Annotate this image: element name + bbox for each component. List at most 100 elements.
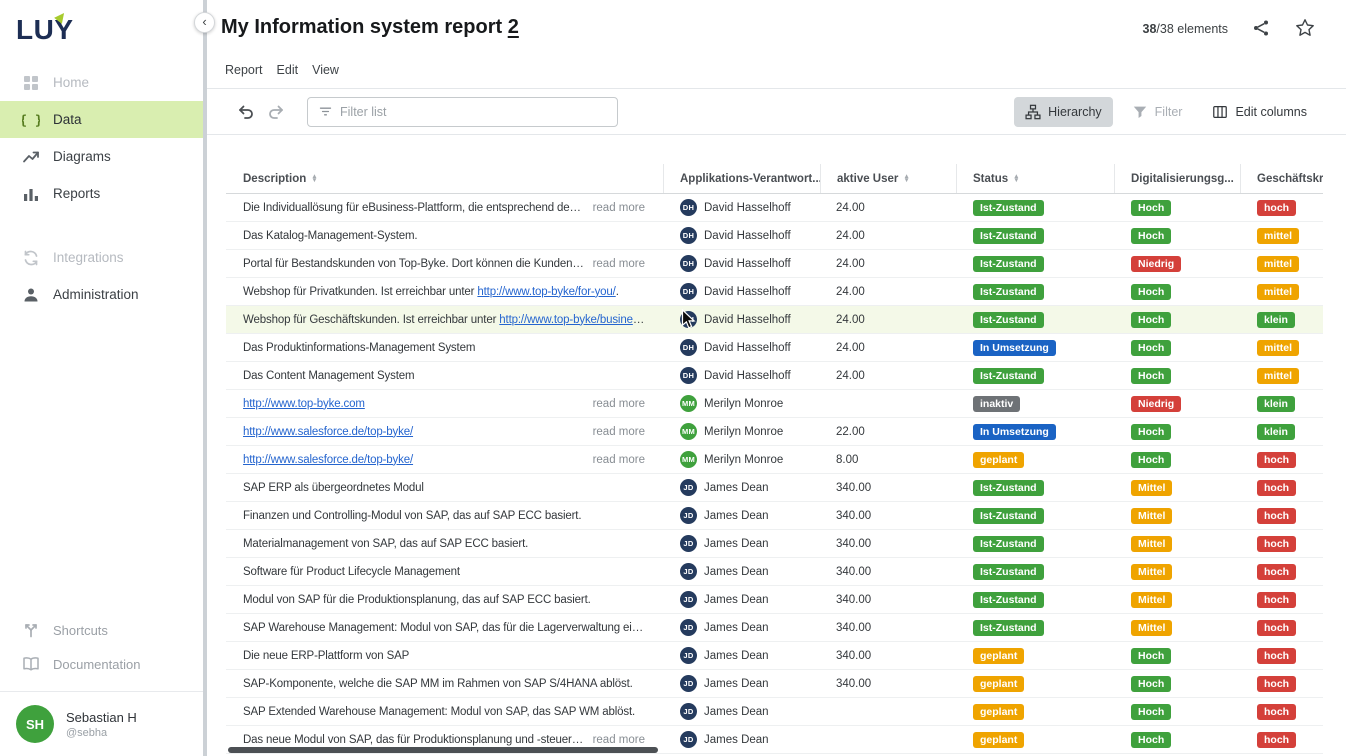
table-row[interactable]: Finanzen und Controlling-Modul von SAP, … <box>226 502 1323 530</box>
table-row[interactable]: http://www.salesforce.de/top-byke/ read … <box>226 446 1323 474</box>
active-users-value: 340.00 <box>820 474 956 501</box>
sort-icon <box>903 175 909 183</box>
redo-button[interactable] <box>267 103 285 121</box>
user-avatar: SH <box>16 705 54 743</box>
menu-view[interactable]: View <box>312 63 339 77</box>
table-row[interactable]: Materialmanagement von SAP, das auf SAP … <box>226 530 1323 558</box>
status-cell: geplant <box>956 642 1114 669</box>
undo-button[interactable] <box>237 103 255 121</box>
column-header-geschaeftskritikalitaet[interactable]: Geschäftskritik... <box>1240 164 1323 193</box>
status-badge: Ist-Zustand <box>973 508 1044 524</box>
description-text: http://www.top-byke.com <box>243 398 585 410</box>
sidebar-item-reports[interactable]: Reports <box>0 175 203 212</box>
table-row[interactable]: http://www.salesforce.de/top-byke/ read … <box>226 418 1323 446</box>
user-name: Sebastian H <box>66 710 137 725</box>
sidebar-collapse-button[interactable]: ‹ <box>194 12 215 33</box>
sidebar-item-home[interactable]: Home <box>0 64 203 101</box>
owner-avatar: DH <box>680 227 697 244</box>
sidebar-item-label: Integrations <box>53 250 124 265</box>
description-text: http://www.salesforce.de/top-byke/ <box>243 454 585 466</box>
description-cell: SAP ERP als übergeordnetes Modul <box>226 474 663 501</box>
table-row[interactable]: http://www.top-byke.com read more MM Mer… <box>226 390 1323 418</box>
sidebar-item-integrations[interactable]: Integrations <box>0 239 203 276</box>
owner-avatar: MM <box>680 395 697 412</box>
description-link[interactable]: http://www.top-byke.com <box>243 398 365 410</box>
owner-avatar: JD <box>680 619 697 636</box>
table-row[interactable]: Das Katalog-Management-System. DH David … <box>226 222 1323 250</box>
table-row[interactable]: SAP-Komponente, welche die SAP MM im Rah… <box>226 670 1323 698</box>
edit-columns-button[interactable]: Edit columns <box>1201 97 1318 127</box>
sidebar-item-administration[interactable]: Administration <box>0 276 203 313</box>
owner-avatar: JD <box>680 563 697 580</box>
share-button[interactable] <box>1250 18 1272 40</box>
description-text: Finanzen und Controlling-Modul von SAP, … <box>243 510 645 522</box>
table-row[interactable]: Das Content Management System DH David H… <box>226 362 1323 390</box>
column-header-aktive-user[interactable]: aktive User <box>820 164 956 193</box>
read-more-link[interactable]: read more <box>593 202 645 214</box>
user-profile[interactable]: SH Sebastian H @sebha <box>0 691 203 756</box>
sidebar-item-data[interactable]: { }Data <box>0 101 203 138</box>
owner-avatar: DH <box>680 199 697 216</box>
read-more-link[interactable]: read more <box>593 734 645 746</box>
sidebar-item-diagrams[interactable]: Diagrams <box>0 138 203 175</box>
description-link[interactable]: http://www.salesforce.de/top-byke/ <box>243 426 413 438</box>
column-header-applikations-verantwortung[interactable]: Applikations-Verantwort... <box>663 164 820 193</box>
table-row[interactable]: Modul von SAP für die Produktionsplanung… <box>226 586 1323 614</box>
sidebar-item-documentation[interactable]: Documentation <box>0 647 203 681</box>
sidebar-item-label: Home <box>53 75 89 90</box>
menu-report[interactable]: Report <box>225 63 263 77</box>
column-header-description[interactable]: Description <box>226 164 663 193</box>
status-badge: geplant <box>973 732 1024 748</box>
owner-name: David Hasselhoff <box>704 314 791 326</box>
menu-edit[interactable]: Edit <box>277 63 299 77</box>
table-row[interactable]: SAP Extended Warehouse Management: Modul… <box>226 698 1323 726</box>
owner-name: David Hasselhoff <box>704 202 791 214</box>
table-row[interactable]: Portal für Bestandskunden von Top-Byke. … <box>226 250 1323 278</box>
report-table: DescriptionApplikations-Verantwort...akt… <box>226 164 1323 756</box>
sidebar-item-shortcuts[interactable]: Shortcuts <box>0 613 203 647</box>
columns-icon <box>1212 104 1228 120</box>
owner-cell: JD James Dean <box>663 558 820 585</box>
sidebar-splitter[interactable]: ‹ <box>203 0 207 756</box>
filter-list-icon <box>318 104 333 119</box>
criticality-badge: mittel <box>1257 284 1299 300</box>
owner-name: James Dean <box>704 706 769 718</box>
read-more-link[interactable]: read more <box>593 426 645 438</box>
favorite-button[interactable] <box>1294 18 1316 40</box>
table-header-row: DescriptionApplikations-Verantwort...akt… <box>226 164 1323 194</box>
table-row[interactable]: Webshop für Geschäftskunden. Ist erreich… <box>226 306 1323 334</box>
description-link[interactable]: http://www.salesforce.de/top-byke/ <box>243 454 413 466</box>
app-window: LUY Home{ }DataDiagramsReportsIntegratio… <box>0 0 1346 756</box>
criticality-badge: mittel <box>1257 368 1299 384</box>
table-row[interactable]: SAP Warehouse Management: Modul von SAP,… <box>226 614 1323 642</box>
star-icon <box>1295 18 1315 38</box>
horizontal-scrollbar[interactable] <box>228 747 658 753</box>
description-link[interactable]: http://www.top-byke/business/ <box>499 314 645 326</box>
description-text: http://www.salesforce.de/top-byke/ <box>243 426 585 438</box>
sidebar-nav: Home { }DataDiagramsReports Integrations Ad… <box>0 58 203 313</box>
table-row[interactable]: SAP ERP als übergeordnetes Modul JD Jame… <box>226 474 1323 502</box>
filter-button[interactable]: Filter <box>1121 97 1194 127</box>
owner-name: James Dean <box>704 538 769 550</box>
filter-list-input[interactable] <box>340 105 607 119</box>
column-header-digitalisierungsgrad[interactable]: Digitalisierungsg... <box>1114 164 1240 193</box>
digitalization-cell: Niedrig <box>1114 250 1240 277</box>
hierarchy-icon <box>1025 104 1041 120</box>
table-row[interactable]: Die Individuallösung für eBusiness-Platt… <box>226 194 1323 222</box>
hierarchy-button[interactable]: Hierarchy <box>1014 97 1113 127</box>
table-row[interactable]: Webshop für Privatkunden. Ist erreichbar… <box>226 278 1323 306</box>
owner-name: David Hasselhoff <box>704 258 791 270</box>
description-link[interactable]: http://www.top-byke/for-you/ <box>477 286 615 298</box>
read-more-link[interactable]: read more <box>593 258 645 270</box>
owner-avatar: JD <box>680 703 697 720</box>
active-users-value: 340.00 <box>820 502 956 529</box>
active-users-value: 340.00 <box>820 586 956 613</box>
digitalization-cell: Hoch <box>1114 362 1240 389</box>
read-more-link[interactable]: read more <box>593 454 645 466</box>
table-row[interactable]: Das Produktinformations-Management Syste… <box>226 334 1323 362</box>
read-more-link[interactable]: read more <box>593 398 645 410</box>
table-row[interactable]: Software für Product Lifecycle Managemen… <box>226 558 1323 586</box>
user-handle: @sebha <box>66 727 137 739</box>
table-row[interactable]: Die neue ERP-Plattform von SAP JD James … <box>226 642 1323 670</box>
column-header-status[interactable]: Status <box>956 164 1114 193</box>
